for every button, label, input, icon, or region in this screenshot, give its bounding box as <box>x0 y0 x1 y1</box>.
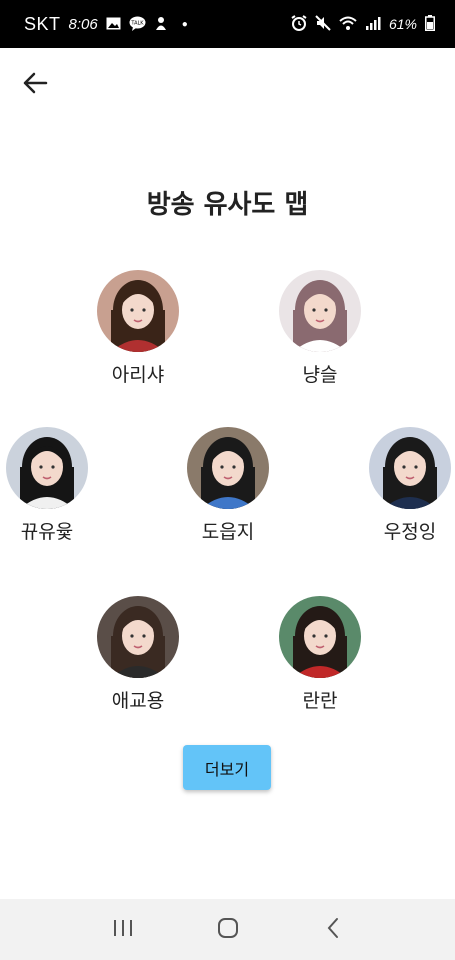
streamer-node[interactable]: 냥슬 <box>260 270 380 387</box>
streamer-name: 우정잉 <box>383 522 437 543</box>
carrier-label: SKT <box>24 13 61 34</box>
navigation-bar <box>0 899 455 960</box>
battery-icon <box>425 15 435 33</box>
home-button[interactable] <box>208 910 248 950</box>
more-notifications-icon: ● <box>181 18 188 30</box>
status-left: SKT 8:06 TALK ● <box>24 14 188 35</box>
streamer-name: 도읍지 <box>201 522 255 543</box>
streamer-node[interactable]: 란란 <box>260 596 380 713</box>
recents-button[interactable] <box>103 910 143 950</box>
streamer-node[interactable]: 애교용 <box>78 596 198 713</box>
back-button[interactable] <box>18 68 52 102</box>
avatar[interactable] <box>187 427 269 509</box>
streamer-name: 냥슬 <box>302 365 338 386</box>
home-icon <box>217 917 239 943</box>
avatar[interactable] <box>97 596 179 678</box>
more-button[interactable]: 더보기 <box>183 745 271 790</box>
battery-percent: 61% <box>388 16 417 32</box>
streamer-name: 뀨유윷 <box>20 522 74 543</box>
arrow-left-icon <box>22 72 48 98</box>
back-chevron-icon <box>326 917 340 943</box>
system-back-button[interactable] <box>313 910 353 950</box>
streamer-node[interactable]: 우정잉 <box>350 427 455 544</box>
signal-icon <box>365 16 381 32</box>
svg-text:TALK: TALK <box>130 20 144 26</box>
streamer-node[interactable]: 뀨유윷 <box>0 427 107 544</box>
image-icon <box>106 17 121 32</box>
mute-icon <box>315 15 331 33</box>
recents-icon <box>112 918 134 942</box>
notification-app-icon <box>154 16 168 33</box>
streamer-node[interactable]: 아리샤 <box>78 270 198 387</box>
streamer-name: 애교용 <box>111 691 165 712</box>
page-title: 방송 유사도 맵 <box>146 190 309 220</box>
avatar[interactable] <box>97 270 179 352</box>
wifi-icon <box>339 16 357 33</box>
avatar[interactable] <box>6 427 88 509</box>
streamer-name: 아리샤 <box>111 365 165 386</box>
status-time: 8:06 <box>68 15 98 33</box>
streamer-node[interactable]: 도읍지 <box>168 427 288 544</box>
status-bar: SKT 8:06 TALK ● 61% <box>0 0 455 48</box>
avatar[interactable] <box>279 596 361 678</box>
kakaotalk-icon: TALK <box>129 16 146 33</box>
streamer-name: 란란 <box>302 691 338 712</box>
alarm-icon <box>291 15 307 33</box>
status-right: 61% <box>291 15 435 33</box>
avatar[interactable] <box>369 427 451 509</box>
avatar[interactable] <box>279 270 361 352</box>
